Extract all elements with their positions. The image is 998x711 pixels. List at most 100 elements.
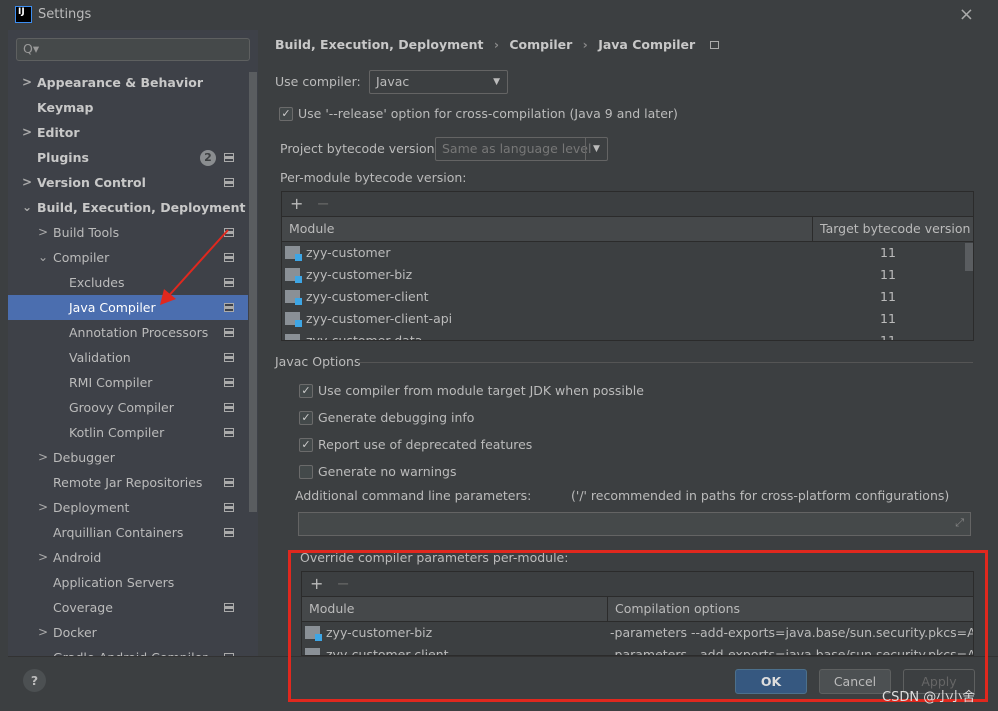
additional-params-input[interactable]: ⤢	[298, 512, 971, 536]
select-value: Javac	[376, 74, 410, 89]
settings-dialog: IJ Settings × Q▾ > Appearance & Behavior K…	[0, 0, 998, 711]
sidebar-item[interactable]: Plugins 2	[8, 145, 248, 170]
project-level-icon	[224, 378, 234, 387]
search-input[interactable]: Q▾	[16, 38, 250, 61]
column-header[interactable]: Target bytecode version	[812, 217, 970, 242]
sidebar-item-label: Remote Jar Repositories	[53, 475, 203, 490]
sidebar-item[interactable]: Gradle-Android Compiler	[8, 645, 248, 656]
chevron-down-icon[interactable]: ⌄	[22, 195, 32, 220]
per-module-label: Per-module bytecode version:	[280, 170, 467, 185]
module-folder-icon	[285, 290, 302, 305]
module-name: zyy-customer-client	[306, 289, 429, 304]
annotation-arrow	[160, 229, 229, 305]
javac-options-title: Javac Options	[275, 354, 361, 369]
sidebar-item[interactable]: Keymap	[8, 95, 248, 120]
sidebar-item-label: Arquillian Containers	[53, 525, 184, 540]
breadcrumb-item[interactable]: Build, Execution, Deployment	[275, 37, 483, 52]
chevron-right-icon[interactable]: >	[22, 70, 32, 95]
table-row[interactable]: zyy-customer-client 11	[282, 286, 973, 308]
breadcrumb: Build, Execution, Deployment › Compiler …	[275, 37, 719, 52]
close-icon[interactable]: ×	[959, 4, 974, 25]
sidebar-item-label: Debugger	[53, 450, 115, 465]
row-value: 11	[880, 245, 896, 260]
sidebar-scrollbar[interactable]	[249, 72, 257, 512]
chevron-right-icon[interactable]: >	[38, 620, 48, 645]
sidebar-item[interactable]: Groovy Compiler	[8, 395, 248, 420]
project-level-icon	[224, 603, 234, 612]
sidebar-item-label: Kotlin Compiler	[69, 425, 165, 440]
sidebar-item[interactable]: > Docker	[8, 620, 248, 645]
option-checkbox[interactable]: ✓	[299, 384, 313, 398]
sidebar-item-label: Build Tools	[53, 225, 120, 240]
table-header: Module Target bytecode version	[282, 217, 973, 242]
chevron-right-icon[interactable]: >	[38, 445, 48, 470]
chevron-right-icon[interactable]: >	[38, 495, 48, 520]
release-option-checkbox[interactable]: ✓	[279, 107, 293, 121]
sidebar-item[interactable]: Arquillian Containers	[8, 520, 248, 545]
chevron-right-icon[interactable]: >	[22, 120, 32, 145]
project-level-icon	[224, 328, 234, 337]
sidebar-item-label: Plugins	[37, 150, 89, 165]
additional-params-label: Additional command line parameters:	[295, 488, 532, 503]
sidebar-item[interactable]: > Deployment	[8, 495, 248, 520]
add-icon[interactable]: +	[290, 194, 303, 213]
sidebar-item[interactable]: > Android	[8, 545, 248, 570]
sidebar-item[interactable]: > Appearance & Behavior	[8, 70, 248, 95]
table-row[interactable]: zyy-customer 11	[282, 242, 973, 264]
module-folder-icon	[285, 312, 302, 327]
sidebar-item[interactable]: > Editor	[8, 120, 248, 145]
sidebar-item[interactable]: Coverage	[8, 595, 248, 620]
sidebar-item[interactable]: Application Servers	[8, 570, 248, 595]
sidebar-item[interactable]: Remote Jar Repositories	[8, 470, 248, 495]
module-folder-icon	[285, 334, 300, 340]
project-level-icon	[224, 503, 234, 512]
chevron-down-icon: ▼	[585, 138, 607, 160]
sidebar-item[interactable]: Validation	[8, 345, 248, 370]
table-row[interactable]: zyy-customer-data 11	[282, 330, 973, 340]
sidebar-item-label: Validation	[69, 350, 131, 365]
project-level-icon	[224, 403, 234, 412]
remove-icon: −	[316, 194, 330, 213]
additional-params-hint: ('/' recommended in paths for cross-plat…	[571, 488, 950, 503]
chevron-right-icon[interactable]: >	[38, 220, 48, 245]
column-header[interactable]: Module	[289, 221, 334, 236]
sidebar-item[interactable]: RMI Compiler	[8, 370, 248, 395]
sidebar-item-label: Excludes	[69, 275, 125, 290]
breadcrumb-item[interactable]: Compiler	[509, 37, 572, 52]
highlight-box	[288, 550, 988, 702]
select-value: Same as language level	[442, 141, 592, 156]
watermark: CSDN @小小舍	[882, 690, 976, 705]
sidebar-item[interactable]: Kotlin Compiler	[8, 420, 248, 445]
sidebar-item[interactable]: ⌄ Build, Execution, Deployment	[8, 195, 248, 220]
project-level-icon	[224, 153, 234, 162]
row-value: 11	[880, 311, 896, 326]
chevron-right-icon[interactable]: >	[38, 545, 48, 570]
divider	[358, 362, 973, 363]
project-bytecode-select[interactable]: Same as language level ▼	[435, 137, 608, 161]
help-button[interactable]: ?	[23, 669, 46, 692]
expand-icon[interactable]: ⤢	[955, 516, 964, 530]
sidebar-item-label: Docker	[53, 625, 97, 640]
sidebar-item-label: Coverage	[53, 600, 113, 615]
table-scrollbar[interactable]	[965, 243, 973, 271]
sidebar-item-label: Build, Execution, Deployment	[37, 200, 246, 215]
project-level-icon	[224, 353, 234, 362]
module-name: zyy-customer	[306, 245, 391, 260]
option-checkbox[interactable]: ✓	[299, 411, 313, 425]
option-checkbox[interactable]: ✓	[299, 438, 313, 452]
project-level-icon	[224, 528, 234, 537]
sidebar-item-label: Android	[53, 550, 102, 565]
table-row[interactable]: zyy-customer-biz 11	[282, 264, 973, 286]
row-value: 11	[880, 289, 896, 304]
sidebar-item-label: Groovy Compiler	[69, 400, 174, 415]
sidebar-item-label: Annotation Processors	[69, 325, 209, 340]
option-checkbox[interactable]	[299, 465, 313, 479]
use-compiler-select[interactable]: Javac ▼	[369, 70, 508, 94]
chevron-down-icon[interactable]: ⌄	[38, 245, 48, 270]
sidebar-item[interactable]: > Version Control	[8, 170, 248, 195]
sidebar-item[interactable]: > Debugger	[8, 445, 248, 470]
sidebar-item-label: Deployment	[53, 500, 130, 515]
table-row[interactable]: zyy-customer-client-api 11	[282, 308, 973, 330]
sidebar-item[interactable]: Annotation Processors	[8, 320, 248, 345]
chevron-right-icon[interactable]: >	[22, 170, 32, 195]
